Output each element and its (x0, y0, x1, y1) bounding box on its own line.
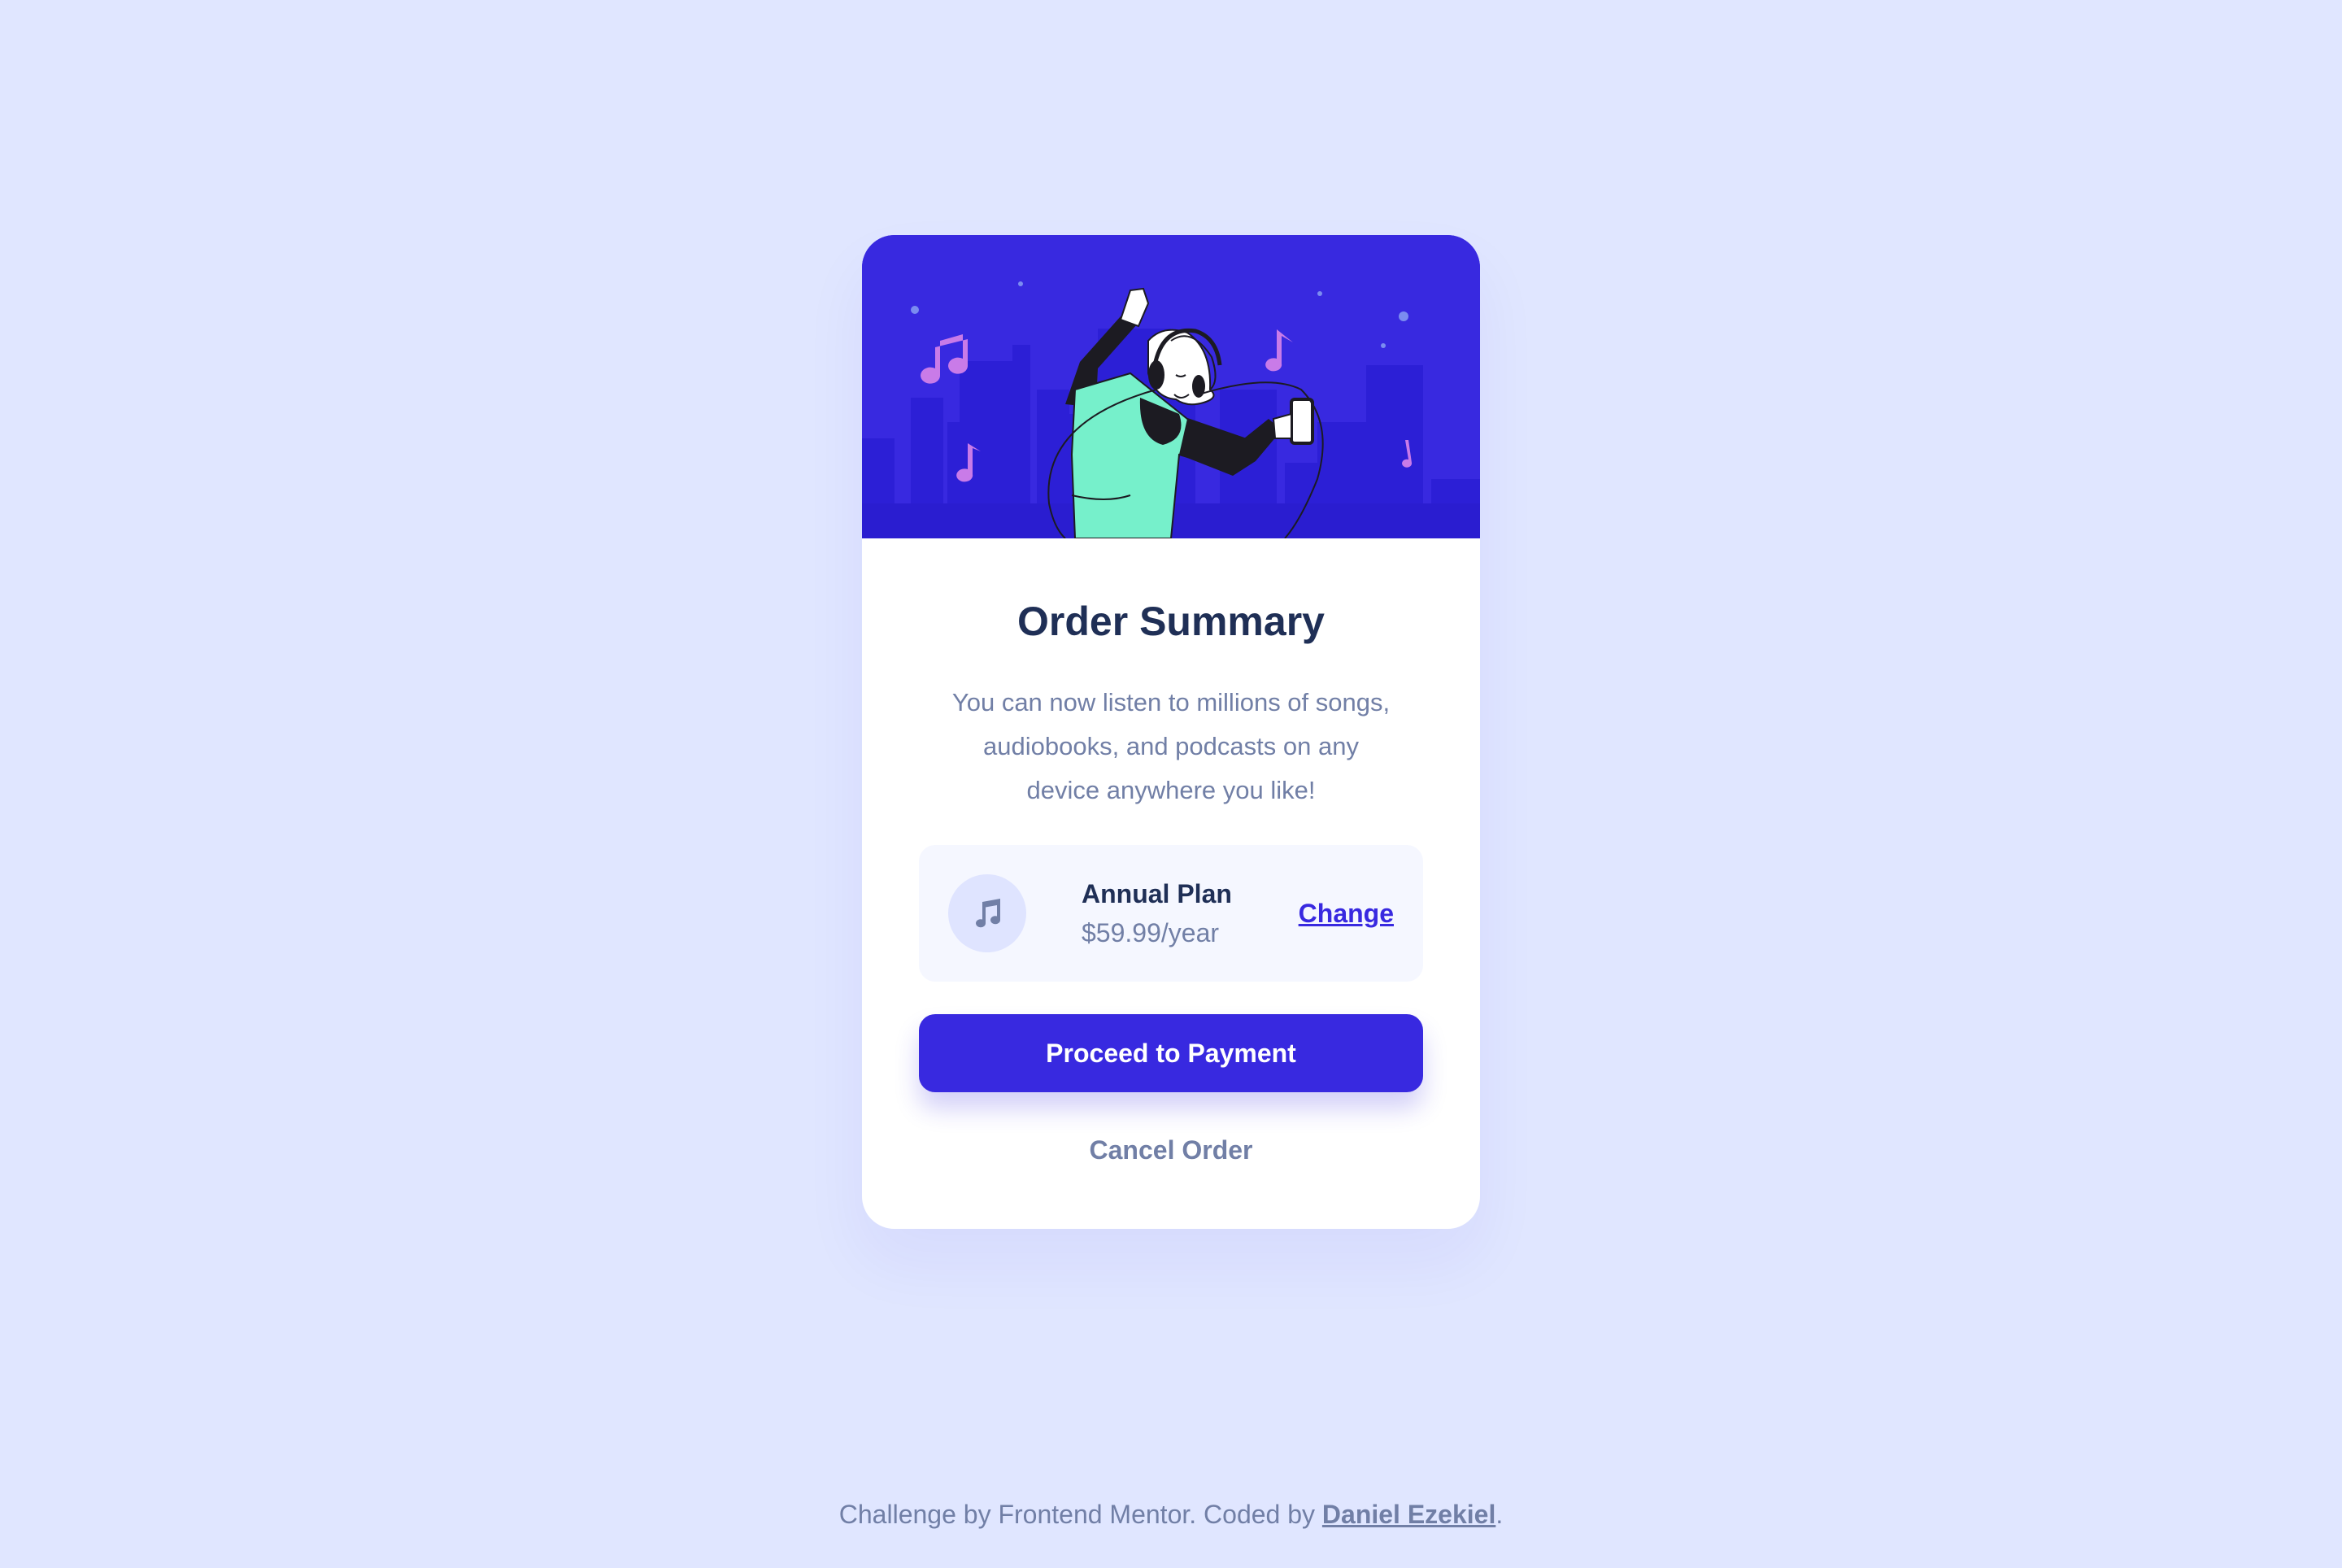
music-note-icon (948, 874, 1026, 952)
plan-summary: Annual Plan $59.99/year Change (919, 845, 1423, 982)
attribution-text: Challenge by Frontend Mentor. Coded by (838, 1500, 1322, 1529)
order-summary-card: Order Summary You can now listen to mill… (862, 235, 1480, 1229)
attribution-footer: Challenge by Frontend Mentor. Coded by D… (0, 1496, 2342, 1532)
proceed-to-payment-button[interactable]: Proceed to Payment (919, 1014, 1423, 1092)
music-note-icon-svg (976, 899, 1001, 928)
order-summary-title: Order Summary (1017, 599, 1325, 644)
hero-city-dancer-illustration (862, 235, 1480, 538)
plan-name: Annual Plan (1082, 879, 1232, 908)
author-link[interactable]: Daniel Ezekiel (1322, 1500, 1495, 1529)
plan-price: $59.99/year (1082, 918, 1220, 947)
cancel-order-button[interactable]: Cancel Order (919, 1122, 1423, 1178)
change-plan-link[interactable]: Change (1299, 895, 1394, 931)
order-description: You can now listen to millions of songs,… (951, 688, 1391, 804)
hero-illustration (862, 235, 1480, 538)
attribution-suffix: . (1495, 1500, 1504, 1529)
